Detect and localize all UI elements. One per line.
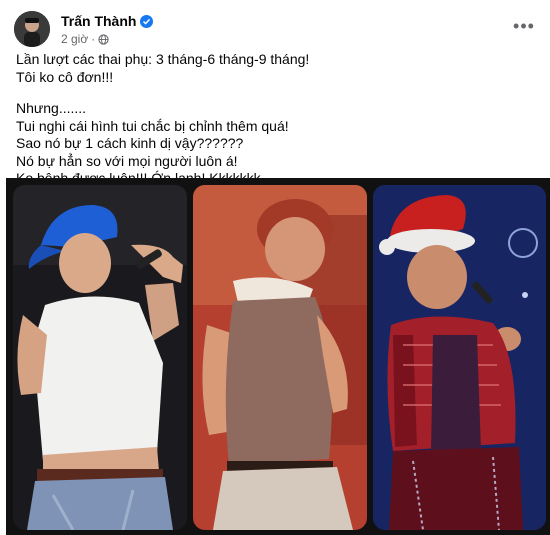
facebook-post: Trấn Thành 2 giờ · ••• Lần lượt các thai… [0, 0, 550, 535]
post-text-line: Lần lượt các thai phụ: 3 tháng-6 tháng-9… [16, 51, 310, 67]
post-text: Lần lượt các thai phụ: 3 tháng-6 tháng-9… [16, 51, 534, 188]
post-text-line: Nhưng....... [16, 100, 87, 116]
photo-singer-red-tank[interactable] [193, 185, 367, 530]
photo-singer-santa-hat[interactable] [373, 185, 546, 530]
post-meta: 2 giờ · [61, 32, 109, 46]
author-avatar[interactable] [14, 11, 50, 47]
photo-singer-blue-cap[interactable] [13, 185, 187, 530]
post-time[interactable]: 2 giờ [61, 32, 88, 46]
verified-badge-icon [140, 14, 154, 28]
post-header: Trấn Thành 2 giờ · ••• [14, 11, 540, 47]
author-name-row: Trấn Thành [61, 13, 154, 29]
post-text-line: Sao nó bự 1 cách kinh dị vậy?????? [16, 135, 244, 151]
author-name[interactable]: Trấn Thành [61, 13, 136, 29]
post-text-line: Nó bự hẳn so với mọi người luôn á! [16, 152, 238, 169]
photo-collage [6, 178, 550, 535]
post-text-line: Tui nghi cái hình tui chắc bị chỉnh thêm… [16, 117, 289, 134]
post-text-line: Tôi ko cô đơn!!! [16, 68, 114, 85]
more-options-icon[interactable]: ••• [512, 16, 536, 36]
globe-icon [98, 33, 109, 45]
meta-separator: · [91, 32, 96, 46]
